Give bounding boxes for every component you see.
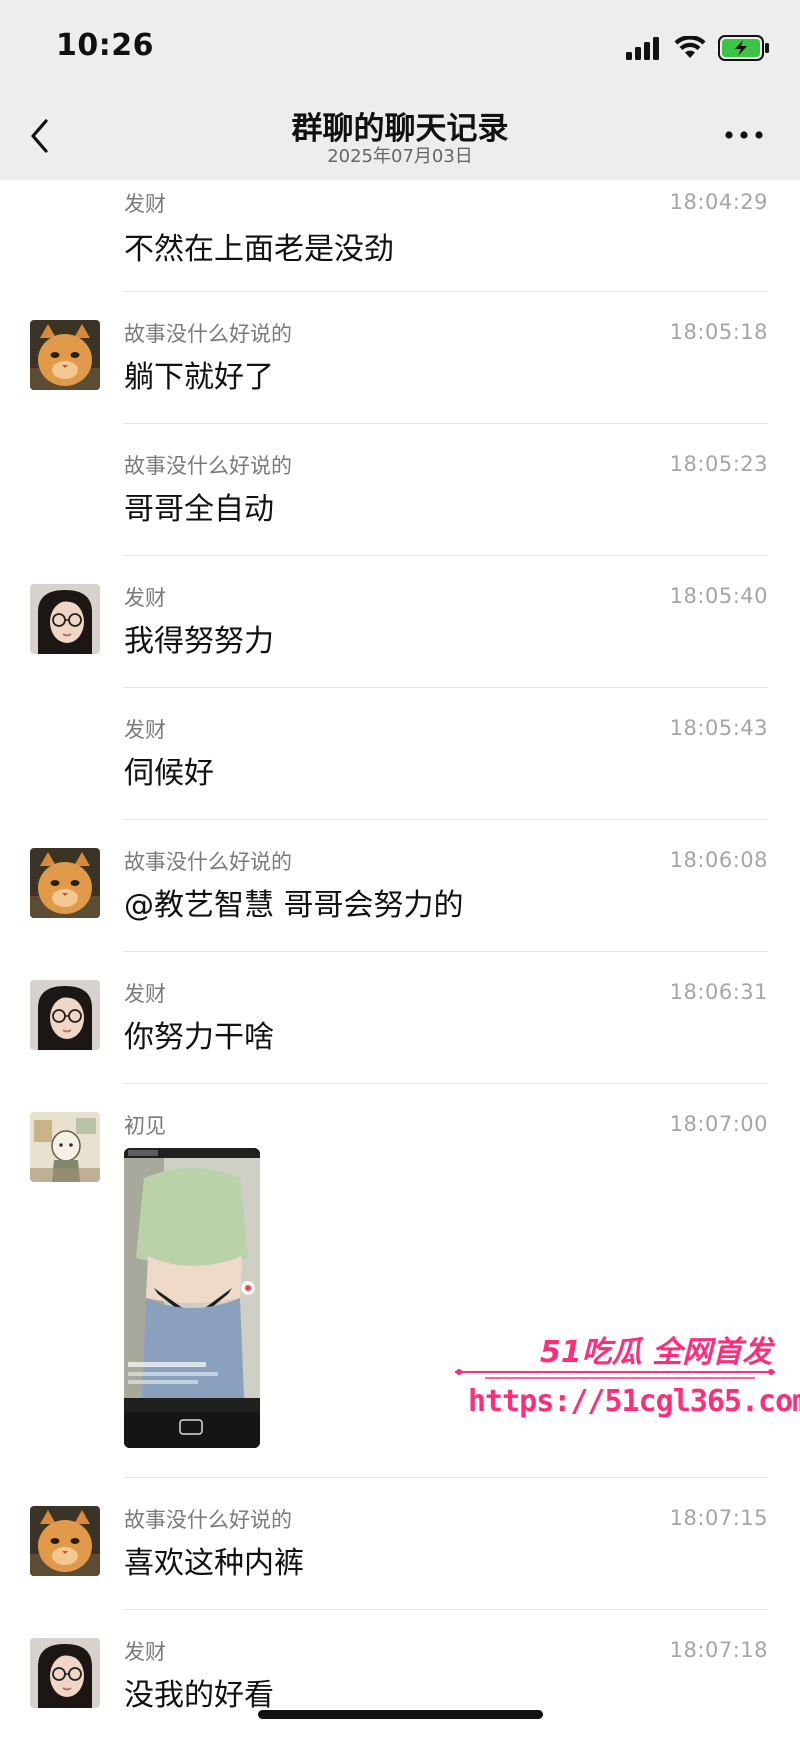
message-time: 18:07:18 xyxy=(669,1638,768,1662)
message-text: 不然在上面老是没劲 xyxy=(124,232,394,267)
sender-name: 发财 xyxy=(124,1640,166,1664)
message-text: 伺候好 xyxy=(124,756,214,791)
watermark-url: https://51cgl365.com xyxy=(468,1384,800,1419)
orange-cat-avatar[interactable] xyxy=(30,320,100,390)
message-time: 18:04:29 xyxy=(669,190,768,214)
message-time: 18:06:08 xyxy=(669,848,768,872)
cartoon-avatar[interactable] xyxy=(30,1112,100,1182)
woman-glasses-avatar[interactable] xyxy=(30,980,100,1050)
sender-name: 发财 xyxy=(124,982,166,1006)
message-item[interactable]: 故事没什么好说的 18:06:08 @教艺智慧 哥哥会努力的 xyxy=(0,820,800,952)
message-text: @教艺智慧 哥哥会努力的 xyxy=(124,888,464,923)
wifi-icon xyxy=(674,36,706,58)
status-time: 10:26 xyxy=(56,28,154,63)
message-time: 18:05:23 xyxy=(669,452,768,476)
message-text: 没我的好看 xyxy=(124,1678,274,1713)
message-time: 18:05:43 xyxy=(669,716,768,740)
message-text: 喜欢这种内裤 xyxy=(124,1546,304,1581)
woman-glasses-avatar[interactable] xyxy=(30,584,100,654)
page-date: 2025年07月03日 xyxy=(327,146,473,167)
status-icons xyxy=(626,34,770,62)
sender-name: 故事没什么好说的 xyxy=(124,322,292,346)
message-item[interactable]: 发财 18:06:31 你努力干啥 xyxy=(0,952,800,1084)
message-item[interactable]: 发财 18:07:18 没我的好看 xyxy=(0,1610,800,1742)
message-text: 哥哥全自动 xyxy=(124,492,274,527)
message-time: 18:06:31 xyxy=(669,980,768,1004)
sender-name: 发财 xyxy=(124,718,166,742)
message-time: 18:07:15 xyxy=(669,1506,768,1530)
signal-icon xyxy=(626,37,659,60)
sender-name: 发财 xyxy=(124,586,166,610)
home-indicator[interactable] xyxy=(258,1710,543,1719)
message-item[interactable]: 故事没什么好说的 18:05:23 哥哥全自动 xyxy=(0,424,800,556)
message-item[interactable]: 发财 18:05:43 伺候好 xyxy=(0,688,800,820)
sender-name: 故事没什么好说的 xyxy=(124,1508,292,1532)
message-text: 我得努努力 xyxy=(124,624,274,659)
orange-cat-avatar[interactable] xyxy=(30,848,100,918)
watermark-title: 51吃瓜 全网首发 xyxy=(540,1335,773,1370)
woman-glasses-avatar[interactable] xyxy=(30,1638,100,1708)
message-text: 躺下就好了 xyxy=(124,360,274,395)
battery-charging-icon xyxy=(718,35,769,61)
sender-name: 故事没什么好说的 xyxy=(124,454,292,478)
message-time: 18:05:40 xyxy=(669,584,768,608)
watermark-decoration xyxy=(455,1369,775,1379)
message-item[interactable]: 发财 18:04:29 不然在上面老是没劲 xyxy=(0,180,800,292)
message-item[interactable]: 发财 18:05:40 我得努努力 xyxy=(0,556,800,688)
sender-name: 故事没什么好说的 xyxy=(124,850,292,874)
more-horizontal-icon[interactable] xyxy=(724,128,764,142)
message-item[interactable]: 故事没什么好说的 18:05:18 躺下就好了 xyxy=(0,292,800,424)
video-thumbnail[interactable] xyxy=(124,1148,260,1448)
message-time: 18:05:18 xyxy=(669,320,768,344)
message-time: 18:07:00 xyxy=(669,1112,768,1136)
sender-name: 初见 xyxy=(124,1114,166,1138)
sender-name: 发财 xyxy=(124,192,166,216)
message-list[interactable]: 发财 18:04:29 不然在上面老是没劲 故事没什么好说的 18:05:18 … xyxy=(0,180,800,1742)
message-item[interactable]: 故事没什么好说的 18:07:15 喜欢这种内裤 xyxy=(0,1478,800,1610)
message-text: 你努力干啥 xyxy=(124,1020,274,1055)
orange-cat-avatar[interactable] xyxy=(30,1506,100,1576)
header-bar: 10:26 群聊的聊天记录 2025年07月03日 xyxy=(0,0,800,180)
